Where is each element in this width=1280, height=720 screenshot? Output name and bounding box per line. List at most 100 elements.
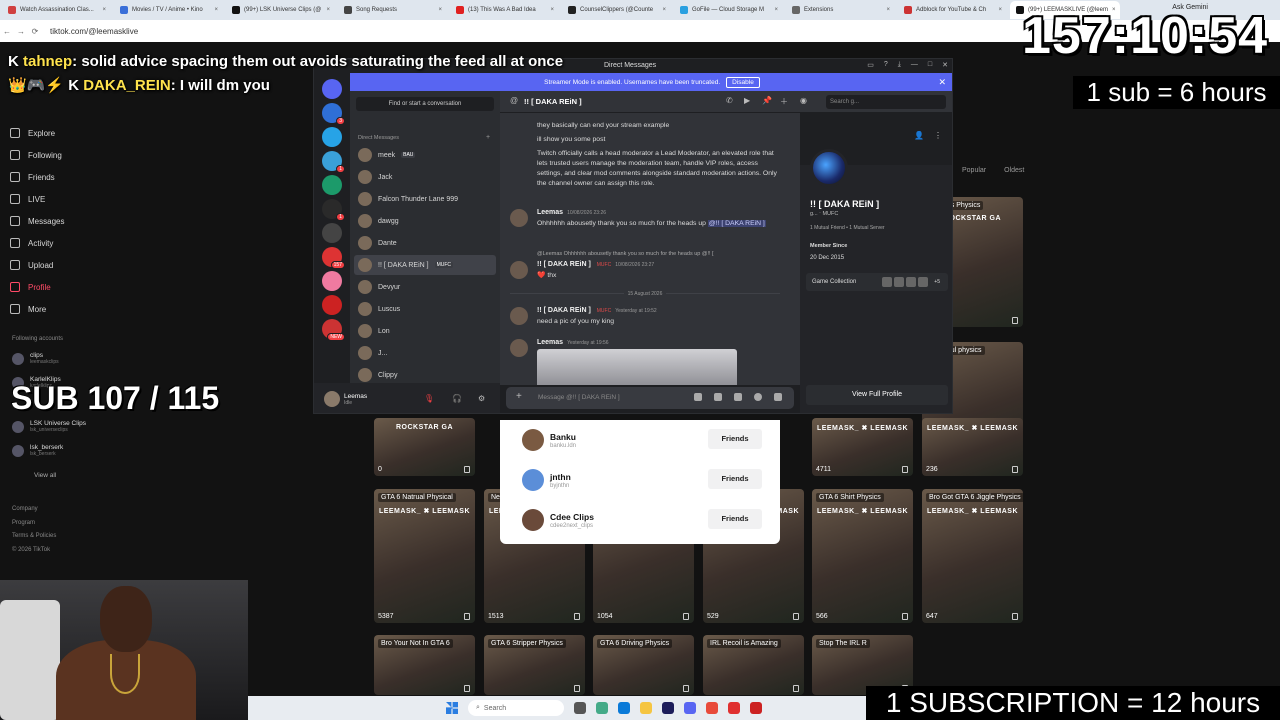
task-view-icon[interactable]	[574, 702, 586, 714]
following-account[interactable]: LSK Universe Clips lsk_universeclips	[12, 420, 122, 433]
browser-tab[interactable]: CounselClippers (@Counte ×	[562, 1, 672, 19]
download-icon[interactable]: ⤓	[898, 61, 901, 69]
nav-upload[interactable]: Upload	[10, 254, 120, 276]
server-icon[interactable]: 1	[322, 199, 345, 221]
server-icon[interactable]	[322, 223, 342, 243]
chrome-icon[interactable]	[706, 702, 718, 714]
footer-link[interactable]: Terms & Policies	[12, 530, 56, 544]
avatar[interactable]	[522, 469, 544, 491]
dm-item[interactable]: Falcon Thunder Lane 999	[354, 189, 496, 209]
mute-mic-icon[interactable]: 🎙	[424, 394, 434, 404]
game-collection[interactable]: Game Collection +5	[806, 273, 948, 291]
browser-tab[interactable]: (99+) LSK Universe Clips (@ ×	[226, 1, 336, 19]
dm-item[interactable]: Lon	[354, 321, 496, 341]
add-dm-icon[interactable]: +	[486, 134, 490, 141]
find-conversation-input[interactable]: Find or start a conversation	[356, 97, 494, 111]
avatar[interactable]	[510, 261, 528, 279]
tab-close-icon[interactable]: ×	[438, 7, 442, 13]
minimize-icon[interactable]: —	[911, 61, 918, 69]
friends-button[interactable]: Friends	[708, 509, 762, 529]
browser-tab[interactable]: Adblock for YouTube & Ch ×	[898, 1, 1008, 19]
video-icon[interactable]: ▶	[744, 96, 750, 105]
footer-link[interactable]: Program	[12, 517, 56, 531]
video-card[interactable]: LEEMASK_ ✖ LEEMASK 4711	[812, 418, 913, 476]
profile-toggle-icon[interactable]: ◉	[800, 96, 807, 105]
server-icon[interactable]	[322, 295, 342, 315]
avatar[interactable]	[510, 209, 528, 227]
view-all-link[interactable]: View all	[34, 472, 56, 479]
avatar[interactable]	[510, 339, 528, 357]
help-icon[interactable]: ?	[884, 61, 888, 69]
gift-icon[interactable]	[694, 393, 702, 401]
friends-button[interactable]: Friends	[708, 469, 762, 489]
nav-following[interactable]: Following	[10, 144, 120, 166]
tab-close-icon[interactable]: ×	[886, 7, 890, 13]
dm-item[interactable]: Clippy	[354, 365, 496, 385]
server-icon[interactable]	[322, 271, 342, 291]
following-account[interactable]: lsk_berserk lsk_berserk	[12, 444, 122, 457]
friend-row[interactable]: Cdee Clips cdee2next_clips Friends	[522, 506, 762, 534]
view-full-profile-button[interactable]: View Full Profile	[806, 385, 948, 405]
friend-row[interactable]: Banku banku.ldn Friends	[522, 426, 762, 454]
tab-close-icon[interactable]: ×	[102, 7, 106, 13]
video-card[interactable]: GTA 6 Natrual Physical LEEMASK_ ✖ LEEMASK…	[374, 489, 475, 623]
attach-plus-icon[interactable]: +	[516, 391, 522, 402]
video-card[interactable]: LEEMASK_ ✖ LEEMASK 236	[922, 418, 1023, 476]
footer-link[interactable]: Company	[12, 503, 56, 517]
taskbar-search[interactable]: ⌕ Search	[468, 700, 564, 716]
gif-icon[interactable]	[714, 393, 722, 401]
nav-live[interactable]: LIVE	[10, 188, 120, 210]
close-icon[interactable]: ✕	[942, 61, 948, 69]
profile-avatar[interactable]	[810, 149, 848, 187]
video-card[interactable]: GTA 6 Driving Physics	[593, 635, 694, 695]
file-explorer-icon[interactable]	[640, 702, 652, 714]
dm-item[interactable]: J...	[354, 343, 496, 363]
nav-profile[interactable]: Profile	[10, 276, 120, 298]
tab-close-icon[interactable]: ×	[774, 7, 778, 13]
message-image[interactable]	[537, 349, 737, 385]
call-icon[interactable]: ✆	[726, 96, 733, 105]
tab-close-icon[interactable]: ×	[214, 7, 218, 13]
nav-friends[interactable]: Friends	[10, 166, 120, 188]
server-icon[interactable]: 3	[322, 103, 345, 125]
server-icon[interactable]: 1	[322, 151, 345, 173]
add-friend-icon[interactable]: ＋	[780, 96, 788, 107]
dm-item[interactable]: Luscus	[354, 299, 496, 319]
headphones-icon[interactable]: 🎧	[452, 394, 462, 404]
search-input[interactable]: Search g...	[826, 95, 946, 109]
app-icon[interactable]	[750, 702, 762, 714]
nav-more[interactable]: More	[10, 298, 120, 320]
tab-close-icon[interactable]: ×	[662, 7, 666, 13]
back-icon[interactable]: ←	[0, 27, 14, 36]
browser-tab[interactable]: Song Requests ×	[338, 1, 448, 19]
video-card[interactable]: IRL Recoil is Amazing	[703, 635, 804, 695]
disable-button[interactable]: Disable	[726, 76, 760, 88]
sticker-icon[interactable]	[734, 393, 742, 401]
browser-tab[interactable]: (13) This Was A Bad Idea ×	[450, 1, 560, 19]
avatar[interactable]	[510, 307, 528, 325]
sort-popular[interactable]: Popular	[962, 167, 986, 174]
browser-tab[interactable]: GoFile — Cloud Storage M ×	[674, 1, 784, 19]
author-name[interactable]: !! [ DAKA REiN ]	[537, 307, 591, 314]
friends-button[interactable]: Friends	[708, 429, 762, 449]
reload-icon[interactable]: ⟳	[28, 27, 42, 36]
reply-preview[interactable]: @Leemas Ohhhhhh abousetly thank you so m…	[537, 251, 714, 257]
video-card[interactable]: GTA 6 Stripper Physics	[484, 635, 585, 695]
video-card[interactable]: ROCKSTAR GA 0	[374, 418, 475, 476]
avatar[interactable]	[324, 391, 340, 407]
app-icon[interactable]	[596, 702, 608, 714]
author-name[interactable]: !! [ DAKA REiN ]	[537, 261, 591, 268]
friend-row[interactable]: jnthn byjnthn Friends	[522, 466, 762, 494]
avatar[interactable]	[522, 429, 544, 451]
inbox-icon[interactable]: ▭	[867, 61, 874, 69]
more-icon[interactable]: ⋮	[934, 131, 942, 140]
server-icon[interactable]	[322, 127, 342, 147]
video-card[interactable]: Bro Your Not In GTA 6	[374, 635, 475, 695]
dm-item[interactable]: !! [ DAKA REiN ] MUFC	[354, 255, 496, 275]
browser-tab[interactable]: Watch Assassination Clas... ×	[2, 1, 112, 19]
mutual-info[interactable]: 1 Mutual Friend • 1 Mutual Server	[810, 225, 885, 231]
emoji-icon[interactable]	[754, 393, 762, 401]
author-name[interactable]: Leemas	[537, 339, 563, 346]
pin-icon[interactable]: 📌	[762, 96, 772, 105]
dm-item[interactable]: Devyur	[354, 277, 496, 297]
